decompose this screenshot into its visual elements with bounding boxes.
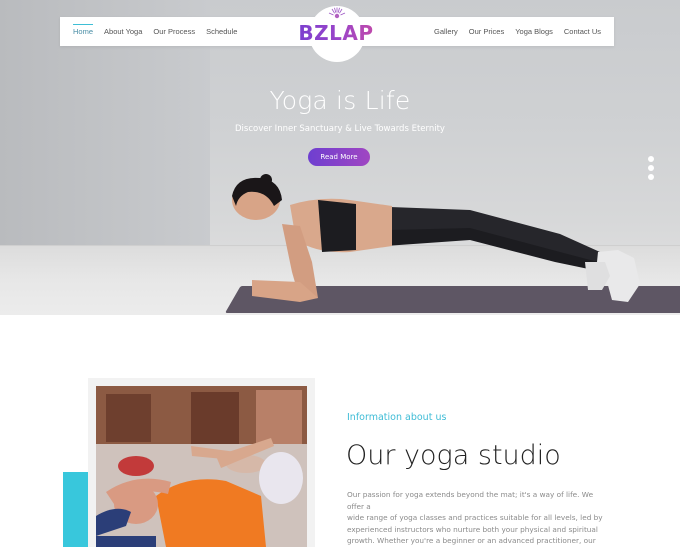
slider-dot[interactable] — [648, 174, 654, 180]
nav-left-group: Home About Yoga Our Process Schedule — [73, 17, 248, 46]
hero-subtitle: Discover Inner Sanctuary & Live Towards … — [235, 124, 445, 134]
hero-banner: Home About Yoga Our Process Schedule Gal… — [0, 0, 680, 315]
logo-text[interactable]: BZLAP — [296, 21, 376, 45]
teal-accent-block — [63, 472, 89, 547]
nav-our-prices[interactable]: Our Prices — [469, 17, 504, 46]
slider-pagination — [648, 156, 656, 183]
yoga-class-photo — [96, 386, 307, 547]
nav-our-process[interactable]: Our Process — [153, 17, 195, 46]
nav-about-yoga[interactable]: About Yoga — [104, 17, 142, 46]
sun-icon — [328, 7, 346, 19]
section-body-text: Our passion for yoga extends beyond the … — [347, 490, 603, 545]
nav-contact-us[interactable]: Contact Us — [564, 17, 601, 46]
nav-gallery[interactable]: Gallery — [434, 17, 458, 46]
nav-schedule[interactable]: Schedule — [206, 17, 237, 46]
yoga-class-illustration — [96, 386, 307, 547]
section-label: Information about us — [347, 412, 447, 423]
nav-home[interactable]: Home — [73, 17, 94, 46]
hero-title: Yoga is Life — [269, 86, 411, 115]
nav-right-group: Gallery Our Prices Yoga Blogs Contact Us — [423, 17, 601, 46]
nav-yoga-blogs[interactable]: Yoga Blogs — [515, 17, 553, 46]
section-title: Our yoga studio — [346, 440, 561, 471]
slider-dot[interactable] — [648, 165, 654, 171]
read-more-button[interactable]: Read More — [308, 148, 370, 166]
slider-dot[interactable] — [648, 156, 654, 162]
